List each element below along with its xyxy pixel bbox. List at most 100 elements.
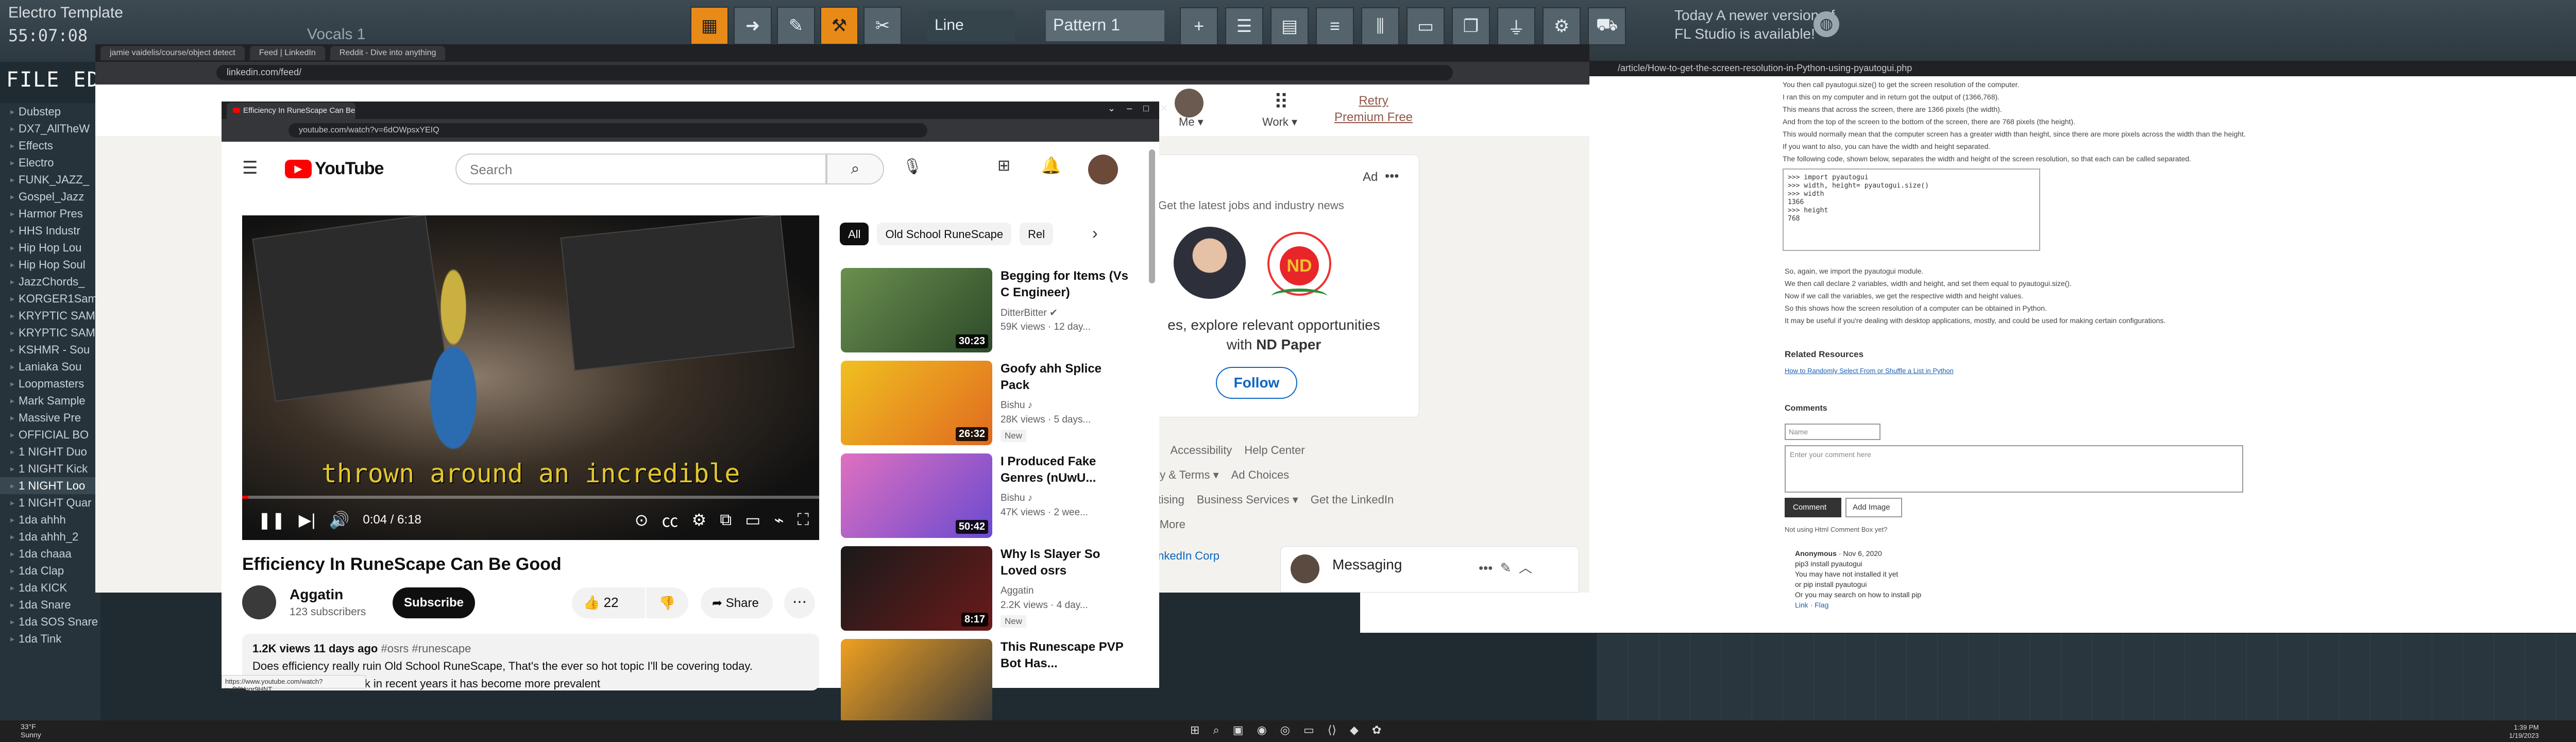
footer-link[interactable]: Business Services ▾ bbox=[1197, 493, 1298, 506]
footer-link[interactable]: Help Center bbox=[1244, 444, 1304, 457]
fl-pianoroll-icon[interactable]: ▤ bbox=[1270, 7, 1309, 45]
fl-browser-item[interactable]: JazzChords_ bbox=[0, 273, 100, 290]
fl-playlist-icon[interactable]: ☰ bbox=[1225, 7, 1263, 45]
tab-youtube[interactable]: Efficiency In RuneScape Can Be bbox=[227, 103, 355, 119]
fl-pencil-icon[interactable]: ✎ bbox=[777, 7, 815, 45]
fl-browser-item[interactable]: Dubstep bbox=[0, 103, 100, 120]
bell-icon[interactable]: 🔔 bbox=[1041, 156, 1061, 175]
tab-linkedin[interactable]: Feed | LinkedIn bbox=[249, 46, 325, 60]
video-card[interactable]: 50:42 I Produced Fake Genres (nUwU... Bish… bbox=[841, 453, 1129, 538]
fl-browser-item[interactable]: 1da ahhh bbox=[0, 511, 100, 528]
pause-icon[interactable]: ❚❚ bbox=[258, 510, 285, 530]
chip-all[interactable]: All bbox=[840, 223, 869, 245]
video-thumbnail[interactable]: 50:42 bbox=[841, 453, 992, 538]
fl-add-icon[interactable]: + bbox=[1180, 7, 1218, 45]
youtube-logo[interactable]: ▶ YouTube bbox=[285, 159, 384, 179]
theater-icon[interactable]: ▭ bbox=[745, 510, 760, 530]
messaging-actions[interactable]: ••• ✎ ︿ bbox=[1479, 558, 1532, 577]
chat-icon[interactable]: ◉ bbox=[1257, 723, 1267, 737]
fl-browser-item[interactable]: Harmor Pres bbox=[0, 205, 100, 222]
fl-news-panel[interactable]: Today A newer version of FL Studio is av… bbox=[1674, 6, 1835, 43]
scrollbar[interactable] bbox=[1149, 149, 1155, 283]
comment-name-input[interactable]: Name bbox=[1785, 424, 1880, 440]
fl-browser-item[interactable]: Massive Pre bbox=[0, 409, 100, 426]
cast-icon[interactable]: ⌁ bbox=[774, 510, 784, 530]
autoplay-toggle[interactable]: ⊙ bbox=[635, 510, 649, 530]
video-progress[interactable] bbox=[242, 496, 819, 499]
fl-browser-item[interactable]: DX7_AllTheW bbox=[0, 120, 100, 137]
fl-browser-item[interactable]: 1da ahhh_2 bbox=[0, 528, 100, 545]
file-explorer-icon[interactable]: ▭ bbox=[1303, 723, 1314, 737]
subscribe-button[interactable]: Subscribe bbox=[393, 587, 475, 618]
follow-button[interactable]: Follow bbox=[1216, 367, 1297, 399]
mic-icon[interactable]: 🎙 bbox=[903, 158, 922, 176]
fl-browser-item[interactable]: 1da chaaa bbox=[0, 545, 100, 562]
chip-osrs[interactable]: Old School RuneScape bbox=[877, 223, 1012, 245]
description-tags[interactable]: #osrs #runescape bbox=[381, 642, 471, 655]
footer-link[interactable]: More bbox=[1160, 518, 1185, 531]
video-card[interactable]: 30:23 Begging for Items (Vs C Engineer) Di… bbox=[841, 268, 1129, 352]
fl-wrench-icon[interactable]: ⚙ bbox=[1543, 7, 1581, 45]
video-card-title[interactable]: I Produced Fake Genres (nUwU... bbox=[1001, 453, 1129, 486]
comment-actions[interactable]: Link · Flag bbox=[1795, 600, 1921, 610]
footer-link[interactable]: Ad Choices bbox=[1231, 468, 1290, 481]
channel-name[interactable]: Aggatin bbox=[290, 586, 343, 603]
windows-start-icon[interactable]: ⊞ bbox=[1190, 723, 1199, 737]
video-card[interactable]: 26:32 Goofy ahh Splice Pack Bishu ♪ 28K vie… bbox=[841, 361, 1129, 445]
like-button[interactable]: 👍 22 bbox=[572, 587, 645, 618]
fl-browser-item[interactable]: 1da Tink bbox=[0, 630, 100, 647]
video-card-channel[interactable]: DitterBitter ✔ bbox=[1001, 307, 1058, 319]
fl-pattern-select[interactable]: Pattern 1 bbox=[1046, 10, 1164, 41]
fl-browser-item[interactable]: Effects bbox=[0, 137, 100, 154]
settings-icon[interactable]: ⚙ bbox=[692, 510, 707, 530]
fl-folder-icon[interactable]: ▭ bbox=[1406, 7, 1445, 45]
fl-browser-item[interactable]: KRYPTIC SAM bbox=[0, 307, 100, 324]
window-controls[interactable]: ⌄–□✕ bbox=[1108, 103, 1179, 114]
fullscreen-icon[interactable]: ⛶ bbox=[798, 510, 809, 530]
nav-work[interactable]: Work ▾ bbox=[1262, 115, 1297, 129]
video-card-channel[interactable]: Aggatin bbox=[1001, 585, 1033, 597]
video-card[interactable]: This Runescape PVP Bot Has... bbox=[841, 639, 1129, 723]
nav-me[interactable]: Me ▾ bbox=[1179, 115, 1204, 129]
video-card[interactable]: 8:17 Why Is Slayer So Loved osrs Aggatin 2.… bbox=[841, 546, 1129, 631]
video-player[interactable]: thrown around an incredible bbox=[242, 215, 819, 540]
fl-mixer-icon[interactable]: ⫼ bbox=[1361, 7, 1399, 45]
tab-course[interactable]: jamie vaidelis/course/object detect bbox=[100, 46, 245, 60]
fl-browser-item[interactable]: KRYPTIC SAM bbox=[0, 324, 100, 341]
fl-browser-item[interactable]: Mark Sample bbox=[0, 392, 100, 409]
add-image-button[interactable]: Add Image bbox=[1845, 498, 1902, 517]
fl-cart-icon[interactable]: ⛟ bbox=[1588, 7, 1626, 45]
fl-browser-item[interactable]: Laniaka Sou bbox=[0, 358, 100, 375]
share-button[interactable]: ➦ Share bbox=[701, 587, 773, 618]
thumbs-down-icon[interactable]: 👎 bbox=[646, 587, 688, 618]
more-icon[interactable]: ••• bbox=[1385, 168, 1399, 184]
linkedin-url[interactable]: linkedin.com/feed/ bbox=[216, 65, 1453, 80]
menu-icon[interactable]: ☰ bbox=[242, 158, 258, 178]
grid-icon[interactable]: ⠿ bbox=[1274, 91, 1289, 114]
fl-browser-item[interactable]: Electro bbox=[0, 154, 100, 171]
chip-related[interactable]: Rel bbox=[1020, 223, 1054, 245]
fl-browser-item[interactable]: 1 NIGHT Duo bbox=[0, 443, 100, 460]
avatar[interactable] bbox=[1088, 155, 1118, 184]
video-card-title[interactable]: This Runescape PVP Bot Has... bbox=[1001, 639, 1129, 672]
fl-browser-item[interactable]: HHS Industr bbox=[0, 222, 100, 239]
fl-record-icon[interactable]: ▦ bbox=[690, 7, 728, 45]
video-thumbnail[interactable]: 30:23 bbox=[841, 268, 992, 352]
weather-widget[interactable]: 33°F Sunny bbox=[21, 722, 41, 739]
fl-browser-item[interactable]: Loopmasters bbox=[0, 375, 100, 392]
globe-icon[interactable]: ◍ bbox=[1814, 11, 1839, 37]
video-card-title[interactable]: Begging for Items (Vs C Engineer) bbox=[1001, 268, 1129, 301]
miniplayer-icon[interactable]: ⧉ bbox=[720, 510, 732, 530]
video-card-title[interactable]: Why Is Slayer So Loved osrs bbox=[1001, 546, 1129, 579]
fl-browser-item[interactable]: Hip Hop Soul bbox=[0, 256, 100, 273]
fl-arrow-icon[interactable]: ➜ bbox=[734, 7, 772, 45]
fl-browser-item[interactable]: 1da KICK bbox=[0, 579, 100, 596]
video-card-title[interactable]: Goofy ahh Splice Pack bbox=[1001, 361, 1129, 394]
chevron-right-icon[interactable]: › bbox=[1092, 224, 1098, 243]
youtube-url[interactable]: youtube.com/watch?v=6dOWpsxYEIQ bbox=[289, 123, 927, 138]
fl-browser-item[interactable]: 1da Snare bbox=[0, 596, 100, 613]
fl-browser-item[interactable]: Gospel_Jazz bbox=[0, 188, 100, 205]
fl-brush-icon[interactable]: ⚒ bbox=[820, 7, 858, 45]
fl-browser-item[interactable]: KSHMR - Sou bbox=[0, 341, 100, 358]
search-input[interactable]: Search bbox=[455, 154, 826, 184]
